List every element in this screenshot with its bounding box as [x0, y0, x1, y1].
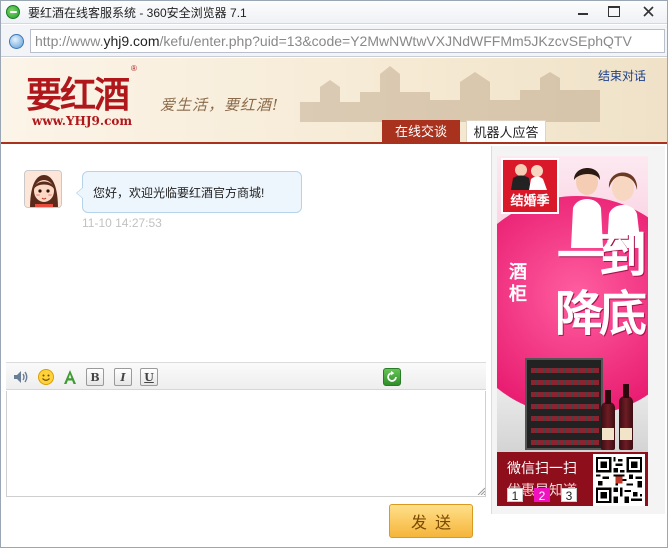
page-header: 要红酒 ® www.YHJ9.com 爱生活，要红酒! 结束对话 在线交谈 机器… [0, 58, 668, 144]
url-domain: yhj9.com [103, 33, 160, 49]
emoji-button[interactable] [37, 368, 55, 386]
bride-groom-icon [511, 164, 547, 190]
send-button[interactable]: 发送 [389, 504, 473, 538]
logo-url: www.YHJ9.com [32, 114, 133, 128]
ad-product-word: 酒柜 [509, 262, 527, 305]
smiley-icon [38, 369, 54, 385]
close-button[interactable] [630, 0, 666, 22]
avatar-girl-icon [25, 171, 61, 207]
tab-live-chat[interactable]: 在线交谈 [382, 120, 460, 142]
refresh-icon [387, 370, 397, 382]
font-button[interactable] [61, 368, 79, 386]
browser-logo-icon [6, 5, 20, 19]
ad-headline-bottom: 降底 [555, 286, 647, 342]
ad-pager-1[interactable]: 1 [507, 488, 523, 503]
agent-avatar [24, 170, 62, 208]
wine-bottle-icon [619, 384, 633, 450]
chat-message-area: 您好，欢迎光临要红酒官方商城! 11-10 14:27:53 [0, 146, 490, 360]
refresh-button[interactable] [383, 368, 401, 386]
end-chat-link[interactable]: 结束对话 [598, 67, 646, 84]
editor-toolbar: B I U [6, 362, 486, 390]
bold-button[interactable]: B [86, 368, 104, 386]
minimize-button[interactable] [568, 0, 598, 22]
message-input[interactable] [6, 391, 486, 497]
site-logo: 要红酒 [26, 74, 130, 116]
url-scheme: http://www. [35, 33, 104, 49]
qr-promo-strip: 微信扫一扫 优惠早知道 1 2 3 [497, 452, 648, 506]
ad-pager-2[interactable]: 2 [534, 488, 550, 503]
ad-pager-3[interactable]: 3 [561, 488, 577, 503]
wine-bottle-icon [601, 390, 615, 450]
ad-banner[interactable]: 结婚季 一到 降底 酒柜 [497, 156, 648, 454]
underline-button[interactable]: U [140, 368, 158, 386]
window-title: 要红酒在线客服系统 - 360安全浏览器 7.1 [28, 6, 247, 20]
chat-message-bubble: 您好，欢迎光临要红酒官方商城! [76, 171, 302, 213]
resize-grip-icon[interactable] [477, 487, 485, 495]
wine-cooler-image [525, 358, 603, 450]
qr-code-icon [593, 454, 645, 506]
maximize-button[interactable] [599, 0, 629, 22]
side-ad-panel: 结婚季 一到 降底 酒柜 微信扫一扫 优惠早知道 [491, 146, 665, 514]
globe-icon [9, 34, 24, 49]
title-bar: 要红酒在线客服系统 - 360安全浏览器 7.1 [0, 0, 668, 24]
ad-badge-text: 结婚季 [510, 193, 550, 208]
ad-badge: 结婚季 [501, 158, 559, 214]
chat-message-time: 11-10 14:27:53 [82, 216, 162, 230]
url-path: /kefu/enter.php?uid=13&code=Y2MwNWtwVXJN… [159, 33, 632, 49]
address-bar: http://www.yhj9.com/kefu/enter.php?uid=1… [0, 25, 668, 57]
sound-button[interactable] [12, 368, 30, 386]
speaker-icon [14, 371, 28, 383]
site-slogan: 爱生活，要红酒! [160, 96, 280, 114]
url-input[interactable]: http://www.yhj9.com/kefu/enter.php?uid=1… [30, 29, 665, 53]
skyline-decoration [300, 66, 600, 122]
italic-button[interactable]: I [114, 368, 132, 386]
font-color-icon [64, 370, 76, 384]
tab-robot-reply[interactable]: 机器人应答 [466, 120, 546, 142]
close-icon [642, 5, 654, 17]
logo-registered-mark: ® [131, 64, 137, 73]
qr-promo-line1: 微信扫一扫 [507, 460, 577, 476]
